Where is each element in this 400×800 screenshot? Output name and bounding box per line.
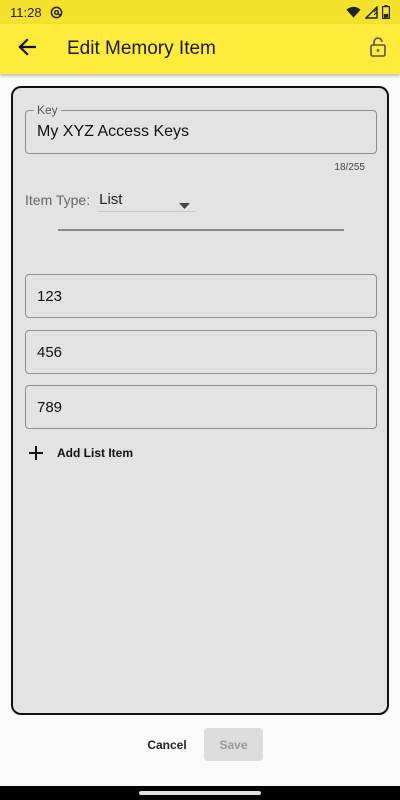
wifi-icon (346, 6, 361, 19)
key-value[interactable]: My XYZ Access Keys (37, 123, 189, 141)
battery-icon (382, 5, 390, 19)
list-item-input[interactable]: 456 (25, 330, 377, 374)
cancel-button[interactable]: Cancel (139, 730, 195, 760)
home-gesture-handle[interactable] (139, 791, 261, 795)
status-time: 11:28 (10, 4, 42, 20)
edit-form-card: Key My XYZ Access Keys 18/255 Item Type:… (11, 86, 389, 715)
list-item-input[interactable]: 123 (25, 274, 377, 318)
status-bar: 11:28 (0, 0, 400, 24)
dropdown-caret-icon (179, 196, 191, 214)
plus-icon (27, 444, 45, 462)
arrow-left-icon (18, 37, 37, 61)
key-char-counter: 18/255 (334, 162, 365, 173)
list-item-input[interactable]: 789 (25, 385, 377, 429)
lock-button[interactable] (356, 24, 400, 74)
page-title: Edit Memory Item (67, 38, 216, 59)
signal-icon (365, 5, 378, 19)
add-list-item-button[interactable]: Add List Item (27, 444, 133, 462)
navigation-bar (0, 786, 400, 800)
item-type-label: Item Type: (25, 192, 91, 208)
lock-open-icon (370, 36, 386, 62)
item-type-row: Item Type: List (25, 188, 197, 214)
item-type-value: List (99, 191, 123, 208)
item-type-dropdown[interactable]: List (98, 188, 197, 214)
app-bar: Edit Memory Item (0, 24, 400, 74)
save-button[interactable]: Save (204, 728, 263, 761)
divider (58, 229, 344, 231)
add-list-item-label: Add List Item (57, 446, 134, 460)
back-button[interactable] (2, 24, 52, 74)
key-input[interactable]: Key My XYZ Access Keys (25, 103, 377, 154)
at-sign-icon (50, 6, 63, 19)
key-label: Key (34, 103, 61, 117)
